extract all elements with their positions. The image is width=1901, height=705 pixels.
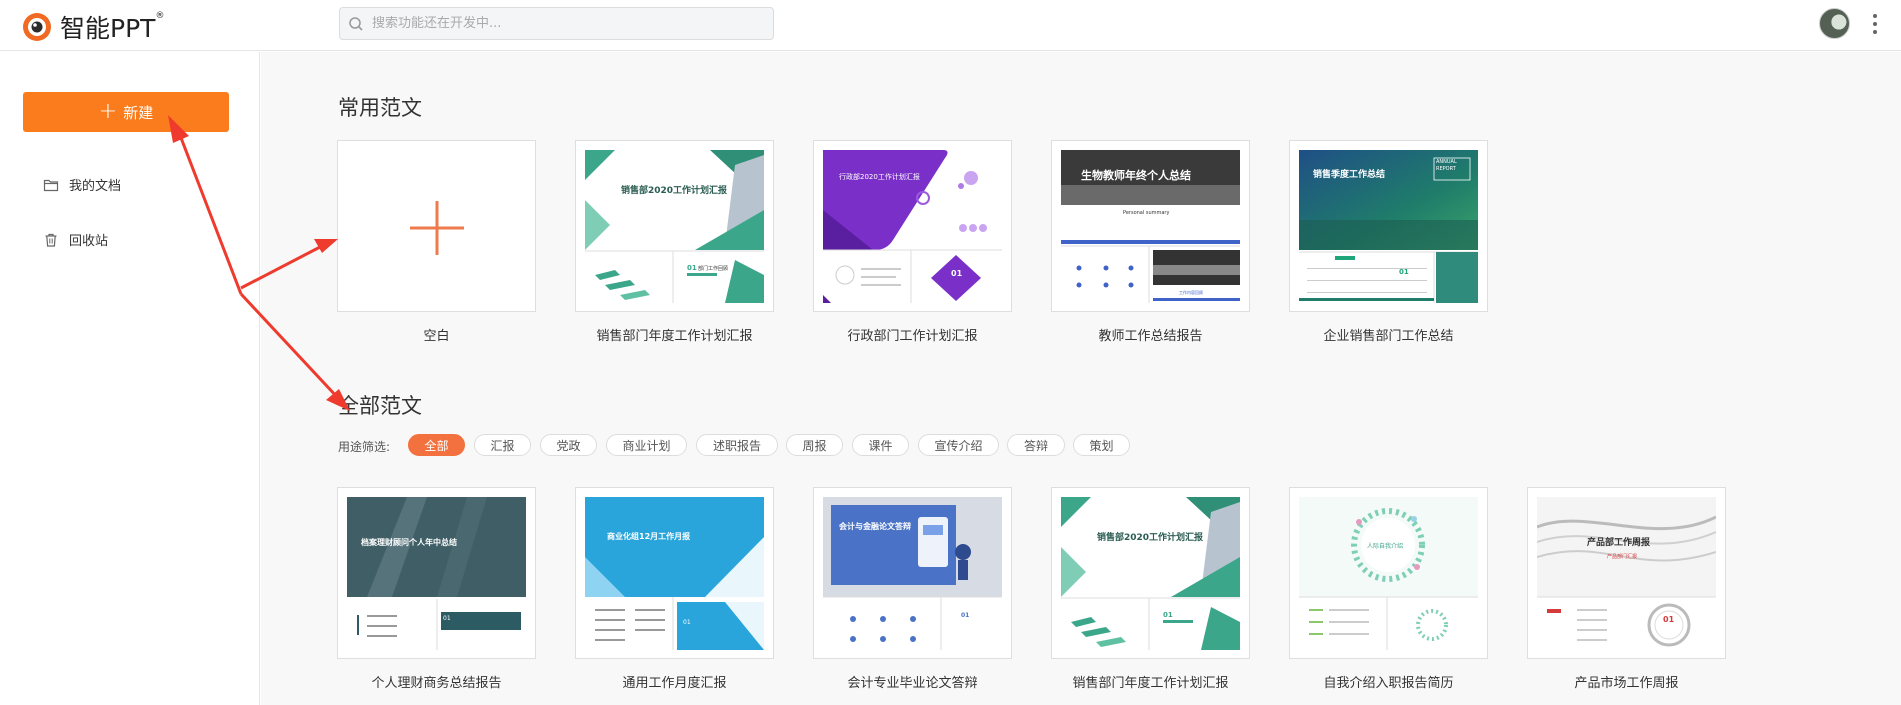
logo-icon	[23, 13, 51, 41]
thumb-badge: ANNUAL REPORT	[1436, 159, 1457, 172]
template-thumbnail: 销售部2020工作计划汇报 01 部门工作回顾	[575, 140, 774, 312]
filter-chip-planning[interactable]: 策划	[1073, 434, 1130, 456]
thumb-subtitle: 部门工作回顾	[698, 266, 729, 272]
template-card-blank[interactable]: 空白	[337, 140, 536, 344]
slide-art	[585, 497, 764, 650]
new-button-label: 新建	[123, 103, 154, 122]
slide-art	[585, 150, 764, 303]
thumb-number: 01	[1399, 268, 1409, 276]
filter-chip-promotion[interactable]: 宣传介绍	[918, 434, 999, 456]
template-label: 行政部门工作计划汇报	[847, 329, 978, 344]
template-thumbnail: 生物教师年终个人总结 Personal summary 工作内容回顾	[1051, 140, 1250, 312]
app-name: 智能PPT®	[60, 11, 165, 43]
new-button[interactable]: + 新建	[23, 92, 229, 132]
folder-icon	[43, 179, 59, 191]
thumb-subtitle: 产品部门汇报	[1607, 554, 1638, 560]
thumb-number: 01	[961, 612, 970, 619]
thumb-number: 01	[951, 269, 963, 278]
thumb-title: 档案理财顾问个人年中总结	[361, 538, 457, 547]
filter-chip-courseware[interactable]: 课件	[852, 434, 909, 456]
thumb-number: 01	[1163, 611, 1173, 619]
filter-label: 用途筛选:	[338, 440, 391, 454]
filter-chip-job-report[interactable]: 述职报告	[696, 434, 778, 456]
slide-art	[1061, 497, 1240, 650]
slide-art	[823, 497, 1002, 650]
trash-icon	[45, 233, 57, 247]
thumb-title: 生物教师年终个人总结	[1081, 169, 1191, 182]
template-card[interactable]: 销售季度工作总结 ANNUAL REPORT 01 企业销售部门工作总结	[1289, 140, 1488, 344]
filter-chip-party[interactable]: 党政	[540, 434, 597, 456]
thumb-number: 01	[1663, 615, 1675, 624]
app-logo[interactable]: 智能PPT®	[22, 9, 164, 45]
filter-chip-business-plan[interactable]: 商业计划	[606, 434, 687, 456]
thumb-number: 01	[443, 615, 451, 622]
template-label: 教师工作总结报告	[1098, 329, 1203, 344]
slide-art	[347, 497, 526, 650]
sidebar: + 新建 我的文档 回收站	[0, 52, 260, 705]
filter-chip-weekly[interactable]: 周报	[786, 434, 843, 456]
thumb-title: 销售部2020工作计划汇报	[621, 186, 728, 196]
thumb-section: 工作内容回顾	[1179, 290, 1203, 295]
template-thumbnail: 档案理财顾问个人年中总结 01	[337, 487, 536, 659]
thumb-subtitle: Personal summary	[1123, 210, 1170, 216]
search-icon	[349, 16, 363, 31]
template-card[interactable]: 生物教师年终个人总结 Personal summary 工作内容回顾 教师工作总…	[1051, 140, 1250, 344]
sidebar-item-label: 回收站	[69, 234, 109, 249]
thumb-title: 销售部2020工作计划汇报	[1097, 533, 1204, 543]
template-card[interactable]: 产品部工作周报 产品部门汇报 01 产品市场工作周报	[1527, 487, 1726, 691]
template-thumbnail	[337, 140, 536, 312]
thumb-title: 会计与金融论文答辩	[839, 522, 911, 531]
template-thumbnail: 人际自我介绍	[1289, 487, 1488, 659]
template-label: 企业销售部门工作总结	[1323, 329, 1454, 344]
filter-chip-defense[interactable]: 答辩	[1007, 434, 1065, 456]
thumb-title: 销售季度工作总结	[1313, 170, 1386, 180]
search-box[interactable]	[339, 7, 774, 40]
add-blank-icon	[410, 201, 464, 255]
template-thumbnail: 产品部工作周报 产品部门汇报 01	[1527, 487, 1726, 659]
template-label: 销售部门年度工作计划汇报	[596, 329, 753, 344]
template-card[interactable]: 行政部2020工作计划汇报 01 行政部门工作计划汇报	[813, 140, 1012, 344]
template-card[interactable]: 销售部2020工作计划汇报 01 销售部门年度工作计划汇报	[1051, 487, 1250, 691]
filter-chip-report[interactable]: 汇报	[474, 434, 531, 456]
section-title-all: 全部范文	[338, 394, 422, 418]
more-menu-icon[interactable]	[1870, 12, 1880, 36]
template-card[interactable]: 商业化组12月工作月报 01 通用工作月度汇报	[575, 487, 774, 691]
sidebar-item-label: 我的文档	[69, 179, 122, 194]
template-label: 个人理财商务总结报告	[371, 676, 502, 691]
template-card[interactable]: 销售部2020工作计划汇报 01 部门工作回顾 销售部门年度工作计划汇报	[575, 140, 774, 344]
template-label: 自我介绍入职报告简历	[1323, 676, 1454, 691]
thumb-number: 01	[687, 264, 697, 272]
slide-art	[1537, 497, 1716, 647]
sidebar-item-recycle-bin[interactable]: 回收站	[43, 230, 108, 249]
top-bar: 智能PPT®	[0, 0, 1901, 51]
search-input[interactable]	[372, 16, 762, 31]
template-card[interactable]: 人际自我介绍 自我介绍入职报告简历	[1289, 487, 1488, 691]
avatar[interactable]	[1819, 8, 1850, 39]
template-card[interactable]: 档案理财顾问个人年中总结 01 个人理财商务总结报告	[337, 487, 536, 691]
slide-art	[1299, 497, 1478, 650]
filter-chip-all[interactable]: 全部	[408, 434, 465, 456]
template-thumbnail: 行政部2020工作计划汇报 01	[813, 140, 1012, 312]
thumb-title: 商业化组12月工作月报	[607, 532, 691, 541]
template-card[interactable]: 会计与金融论文答辩 01 会计专业毕业论文答辩	[813, 487, 1012, 691]
template-thumbnail: 会计与金融论文答辩 01	[813, 487, 1012, 659]
template-thumbnail: 销售季度工作总结 ANNUAL REPORT 01	[1289, 140, 1488, 312]
template-label: 会计专业毕业论文答辩	[847, 676, 978, 691]
thumb-title: 人际自我介绍	[1367, 543, 1404, 550]
template-label: 空白	[423, 329, 450, 344]
plus-icon: +	[98, 99, 118, 124]
template-thumbnail: 销售部2020工作计划汇报 01	[1051, 487, 1250, 659]
template-label: 产品市场工作周报	[1574, 676, 1679, 691]
template-thumbnail: 商业化组12月工作月报 01	[575, 487, 774, 659]
template-label: 销售部门年度工作计划汇报	[1072, 676, 1229, 691]
section-title-common: 常用范文	[338, 96, 422, 120]
sidebar-item-my-documents[interactable]: 我的文档	[43, 175, 121, 194]
thumb-title: 行政部2020工作计划汇报	[839, 173, 920, 181]
template-label: 通用工作月度汇报	[622, 676, 727, 691]
thumb-number: 01	[683, 619, 691, 626]
thumb-title: 产品部工作周报	[1587, 538, 1651, 548]
